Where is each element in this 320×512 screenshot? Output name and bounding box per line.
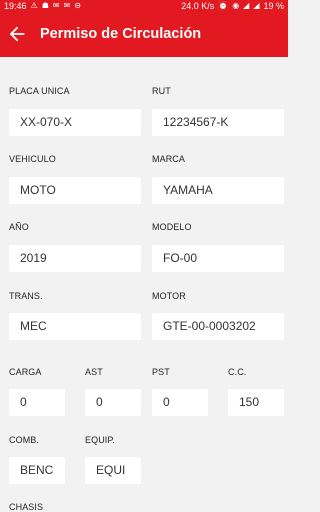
motor-label: MOTOR [152, 291, 186, 301]
vpn-icon: ⊖ [74, 1, 81, 10]
comb-label: COMB. [9, 435, 40, 445]
alarm-icon: ⏰ [218, 1, 229, 10]
equip-field: EQUI [85, 457, 141, 484]
status-bar: 19:46 ⚠ ☗ ✉ ✉ ⊖ 24.0 K/s ⏰ ◉ ◢ ◢ 19 % [0, 0, 288, 12]
equip-label: EQUIP. [85, 435, 115, 445]
pst-field: 0 [152, 389, 208, 416]
status-bar-right: 24.0 K/s ⏰ ◉ ◢ ◢ 19 % [181, 0, 284, 12]
trans-label: TRANS. [9, 291, 43, 301]
comb-field: BENC [9, 457, 65, 484]
placa-label: PLACA UNICA [9, 86, 70, 96]
anio-label: AÑO [9, 222, 29, 232]
warning-icon: ⚠ [30, 1, 38, 10]
marca-label: MARCA [152, 154, 186, 164]
motor-field: GTE-00-0003202 [152, 313, 284, 340]
rut-field: 12234567-K [152, 109, 284, 136]
vehiculo-field: MOTO [9, 177, 141, 204]
status-time: 19:46 [4, 1, 27, 11]
anio-field: 2019 [9, 245, 141, 272]
wifi-icon: ◉ [232, 1, 240, 10]
email-icon: ✉ [63, 1, 71, 10]
signal-icon: ◢ [243, 1, 250, 10]
vehiculo-label: VEHICULO [9, 154, 56, 164]
android-icon: ☗ [41, 1, 49, 10]
marca-field: YAMAHA [152, 177, 284, 204]
app-bar: Permiso de Circulación [0, 12, 288, 57]
modelo-field: FO-00 [152, 245, 284, 272]
modelo-label: MODELO [152, 222, 192, 232]
email-icon: ✉ [52, 1, 60, 10]
status-bar-left: 19:46 ⚠ ☗ ✉ ✉ ⊖ [4, 0, 81, 12]
battery-percent: 19 % [263, 1, 284, 11]
cc-field: 150 [228, 389, 284, 416]
arrow-left-icon [9, 26, 25, 42]
permit-details: PLACA UNICA XX-070-X RUT 12234567-K VEHI… [0, 57, 288, 512]
network-speed: 24.0 K/s [181, 1, 215, 11]
rut-label: RUT [152, 86, 171, 96]
carga-label: CARGA [9, 367, 42, 377]
cc-label: C.C. [228, 367, 247, 377]
carga-field: 0 [9, 389, 65, 416]
ast-label: AST [85, 367, 103, 377]
ast-field: 0 [85, 389, 141, 416]
back-button[interactable] [6, 23, 28, 45]
trans-field: MEC [9, 313, 141, 340]
page-title: Permiso de Circulación [40, 26, 202, 42]
pst-label: PST [152, 367, 170, 377]
placa-field: XX-070-X [9, 109, 141, 136]
chasis-label: CHASIS [9, 502, 44, 512]
signal-icon: ◢ [253, 1, 260, 10]
